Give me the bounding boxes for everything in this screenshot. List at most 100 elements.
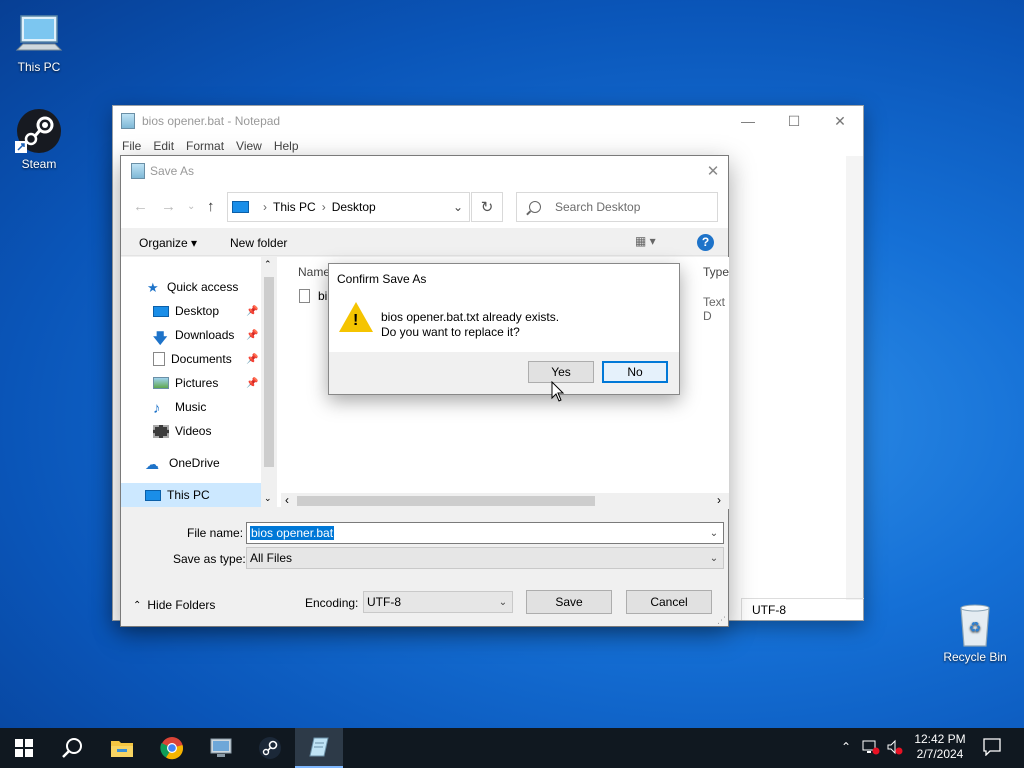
save-as-type-select[interactable]: All Files ⌄ [246,547,724,569]
desktop-icon-recycle-bin[interactable]: ♻ Recycle Bin [937,600,1013,664]
notepad-menubar: File Edit Format View Help [113,136,863,156]
chevron-down-icon[interactable]: ⌄ [447,200,469,214]
pin-icon: 📌 [246,353,259,365]
file-row-type: Text D [703,295,726,323]
forward-arrow-icon[interactable]: → [161,198,176,215]
nav-item-downloads[interactable]: 🡇 Downloads 📌 [121,323,261,347]
menu-format[interactable]: Format [180,139,230,153]
column-header-type[interactable]: Type [703,265,729,279]
encoding-value: UTF-8 [367,595,401,609]
scrollbar-thumb[interactable] [264,277,274,467]
save-as-titlebar[interactable]: Save As ✕ [121,156,728,186]
chevron-down-icon[interactable]: ⌄ [494,597,512,608]
help-icon[interactable]: ? [697,234,714,251]
encoding-label: Encoding: [305,596,359,610]
menu-file[interactable]: File [116,139,147,153]
navigation-pane-scrollbar[interactable]: ⌃ ⌄ [261,257,277,507]
steam-icon [15,107,63,155]
windows-logo-icon [15,739,33,757]
taskbar-chrome[interactable] [148,728,196,768]
nav-item-quick-access[interactable]: ★ Quick access [121,275,261,299]
save-as-title: Save As [150,164,195,178]
desktop-icon-steam[interactable]: Steam [1,107,77,171]
save-button[interactable]: Save [526,590,612,614]
address-segment-this-pc[interactable]: This PC [273,200,316,214]
minimize-button[interactable]: — [725,106,771,136]
show-hidden-icons-chevron-icon[interactable]: ⌃ [841,740,851,754]
notepad-vertical-scrollbar[interactable] [846,156,863,600]
scroll-down-icon[interactable]: ⌄ [264,493,272,504]
search-button[interactable] [48,728,96,768]
up-arrow-icon[interactable]: ↑ [207,198,215,215]
nav-item-videos[interactable]: Videos [121,419,261,443]
close-button[interactable]: ✕ [817,106,863,136]
notepad-icon [131,163,145,179]
nav-item-this-pc[interactable]: This PC [121,483,261,507]
scrollbar-thumb[interactable] [297,496,595,506]
file-row[interactable]: bi [299,289,327,303]
refresh-button[interactable]: ↻ [471,192,503,222]
warning-exclamation: ! [353,312,359,329]
search-input[interactable]: Search Desktop [516,192,718,222]
new-folder-button[interactable]: New folder [230,236,287,250]
this-pc-icon [145,489,161,501]
file-name-label: File name: [187,526,244,540]
menu-view[interactable]: View [230,139,268,153]
nav-item-documents[interactable]: Documents 📌 [121,347,261,371]
maximize-button[interactable]: ☐ [771,106,817,136]
scroll-left-icon[interactable]: ‹ [285,493,289,507]
scroll-right-icon[interactable]: › [717,493,721,507]
taskbar-file-explorer[interactable] [98,728,146,768]
no-button[interactable]: No [602,361,668,383]
nav-item-pictures[interactable]: Pictures 📌 [121,371,261,395]
documents-icon [153,352,165,366]
network-icon[interactable] [862,739,880,758]
save-as-type-label: Save as type: [173,552,246,566]
clock-date: 2/7/2024 [916,747,964,761]
chevron-down-icon[interactable]: ⌄ [705,528,723,539]
nav-item-onedrive[interactable]: ☁ OneDrive [121,451,261,475]
taskbar-app[interactable] [197,728,245,768]
folder-icon [111,741,133,757]
encoding-select[interactable]: UTF-8 ⌄ [363,591,513,613]
desktop-icon-label: Recycle Bin [943,650,1007,664]
save-as-close-button[interactable]: ✕ [698,162,728,180]
hide-folders-button[interactable]: ⌃ Hide Folders [133,598,215,612]
save-as-type-value: All Files [250,551,293,565]
file-name-field[interactable]: bios opener.bat ⌄ [246,522,724,544]
taskbar-notepad[interactable] [295,728,343,768]
scroll-up-icon[interactable]: ⌃ [264,259,272,270]
file-list-horizontal-scrollbar[interactable]: ‹ › [281,493,729,509]
address-bar[interactable]: › This PC › Desktop ⌄ [227,192,470,222]
menu-help[interactable]: Help [268,139,305,153]
column-header-name[interactable]: Name [298,265,330,279]
chevron-up-icon: ⌃ [133,599,142,611]
desktop-icon-this-pc[interactable]: This PC [1,10,77,74]
search-placeholder: Search Desktop [555,200,641,214]
taskbar: ⌃ 12:42 PM 2/7/2024 [0,728,1024,768]
chevron-down-icon[interactable]: ⌄ [705,553,723,564]
clock-time: 12:42 PM [914,732,966,746]
nav-item-desktop[interactable]: Desktop 📌 [121,299,261,323]
confirm-save-as-dialog[interactable]: Confirm Save As ! bios opener.bat.txt al… [328,263,680,395]
nav-item-music[interactable]: ♪ Music [121,395,261,419]
cancel-button[interactable]: Cancel [626,590,712,614]
menu-edit[interactable]: Edit [147,139,180,153]
start-button[interactable] [0,728,48,768]
taskbar-clock[interactable]: 12:42 PM 2/7/2024 [910,732,970,762]
yes-button[interactable]: Yes [528,361,594,383]
recent-locations-icon[interactable]: ⌄ [187,201,195,212]
notifications-icon[interactable] [983,738,1001,759]
volume-muted-icon[interactable] [886,739,904,758]
back-arrow-icon[interactable]: ← [133,198,148,215]
taskbar-steam[interactable] [246,728,294,768]
cloud-icon: ☁ [145,456,159,472]
notepad-title: bios opener.bat - Notepad [142,114,281,128]
notepad-titlebar[interactable]: bios opener.bat - Notepad — ☐ ✕ [113,106,863,136]
organize-button[interactable]: Organize ▾ [139,236,197,250]
desktop-icon-label: This PC [17,60,61,74]
address-segment-desktop[interactable]: Desktop [332,200,376,214]
resize-grip-icon[interactable]: ⋰ [717,615,726,626]
notepad-icon [121,113,135,129]
view-options-icon[interactable]: ▦ ▾ [635,234,656,248]
